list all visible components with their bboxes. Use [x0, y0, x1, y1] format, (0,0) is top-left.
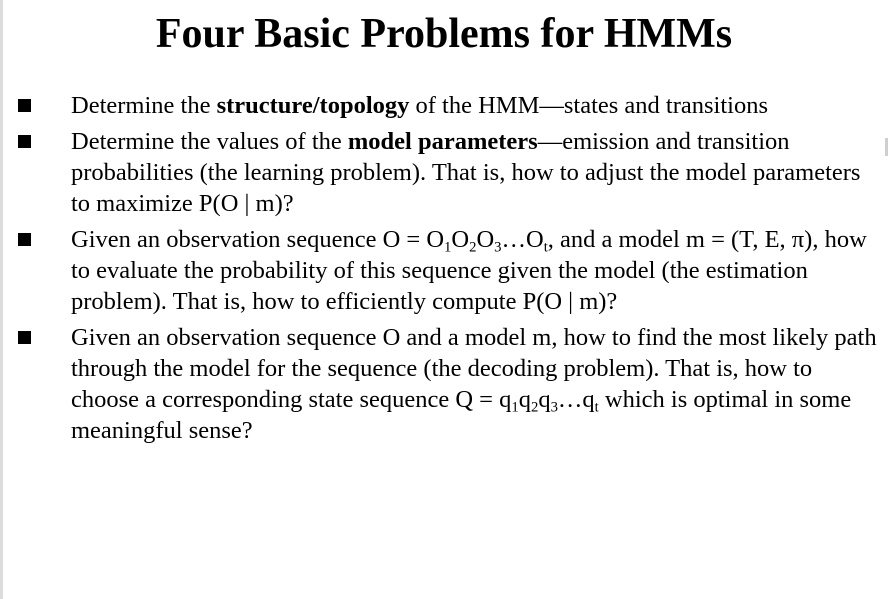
- subscript: 1: [511, 399, 519, 416]
- bullet-text: Determine the structure/topology of the …: [71, 92, 768, 119]
- bullet-text: Given an observation sequence O and a mo…: [71, 324, 877, 444]
- text-run: Given an observation sequence O = O: [71, 226, 445, 253]
- text-run: Determine the: [71, 92, 217, 119]
- subscript: 3: [550, 399, 558, 416]
- square-bullet-icon: [18, 331, 31, 344]
- square-bullet-icon: [18, 135, 31, 148]
- bullet-text: Given an observation sequence O = O1O2O3…: [71, 226, 867, 315]
- text-run: …O: [501, 226, 544, 253]
- text-run: O: [451, 226, 470, 253]
- square-bullet-icon: [18, 99, 31, 112]
- text-run: q: [518, 386, 531, 413]
- bold-term: structure/topology: [216, 92, 410, 119]
- square-bullet-icon: [18, 233, 31, 246]
- slide: Four Basic Problems for HMMs Determine t…: [0, 0, 888, 599]
- text-run: q: [538, 386, 551, 413]
- text-run: of the HMM—states and transitions: [409, 92, 769, 119]
- text-run: …q: [557, 386, 595, 413]
- bold-term: model parameters: [347, 128, 538, 155]
- bullet-text: Determine the values of the model parame…: [71, 128, 860, 217]
- bullet-item: Determine the values of the model parame…: [0, 126, 888, 219]
- bullet-item: Given an observation sequence O = O1O2O3…: [0, 224, 888, 317]
- text-run: Determine the values of the: [71, 128, 348, 155]
- slide-title: Four Basic Problems for HMMs: [155, 11, 733, 57]
- bullet-list: Determine the structure/topology of the …: [0, 90, 888, 451]
- bullet-item: Given an observation sequence O and a mo…: [0, 322, 888, 446]
- bullet-item: Determine the structure/topology of the …: [0, 90, 888, 121]
- text-run: O: [476, 226, 495, 253]
